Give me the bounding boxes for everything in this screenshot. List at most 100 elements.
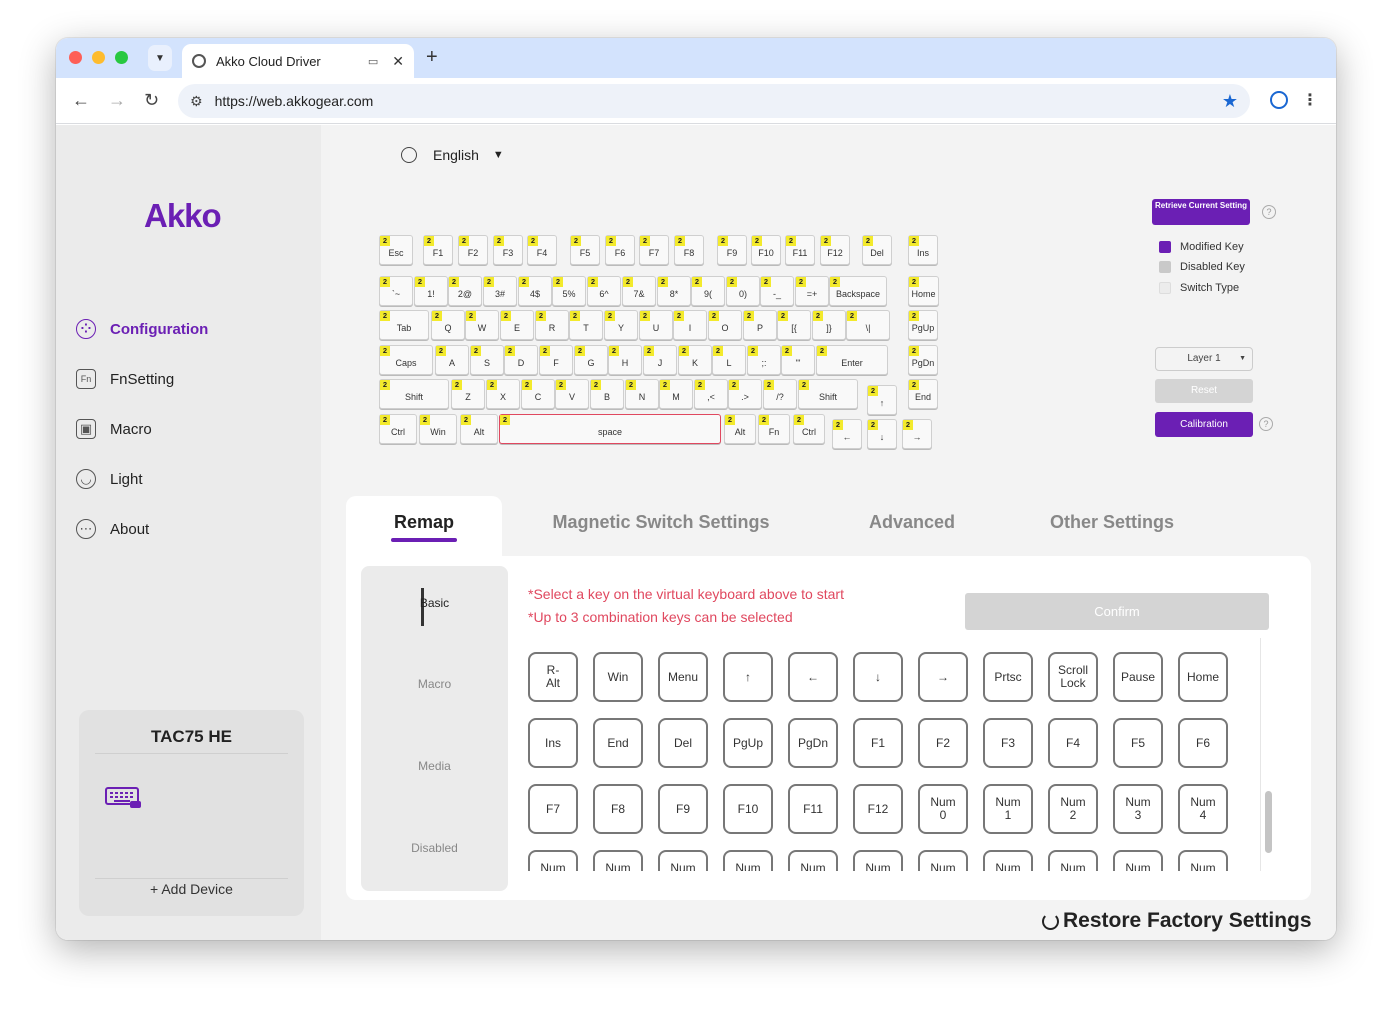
sidebar-item-about[interactable]: ⋯ About xyxy=(76,516,149,542)
keyboard-key[interactable]: 2 Alt xyxy=(724,414,756,444)
keyboard-key[interactable]: 2 F3 xyxy=(493,235,523,265)
remap-key[interactable]: → xyxy=(918,652,968,702)
keyboard-key[interactable]: 2Y xyxy=(604,310,638,340)
keyboard-key[interactable]: 2 PgDn xyxy=(908,345,938,375)
keyboard-key[interactable]: 2 2@ xyxy=(448,276,482,306)
tab-remap[interactable]: Remap xyxy=(346,512,502,533)
sidebar-item-configuration[interactable]: ⁘ Configuration xyxy=(76,316,208,342)
keyboard-key[interactable]: 2N xyxy=(625,379,659,409)
keyboard-key[interactable]: 2T xyxy=(569,310,603,340)
keyboard-key[interactable]: 2V xyxy=(555,379,589,409)
keyboard-key[interactable]: 2W xyxy=(465,310,499,340)
layer-select[interactable]: Layer 1 ▼ xyxy=(1155,347,1253,371)
remap-key[interactable]: F3 xyxy=(983,718,1033,768)
keyboard-key[interactable]: 2A xyxy=(435,345,469,375)
keyboard-key[interactable]: 2 '" xyxy=(781,345,815,375)
close-window-button[interactable] xyxy=(69,51,82,64)
remap-key[interactable]: Num 0 xyxy=(918,784,968,834)
keyboard-key[interactable]: 2 Tab xyxy=(379,310,429,340)
reset-button[interactable]: Reset xyxy=(1155,379,1253,403)
remap-key[interactable]: Num 4 xyxy=(1178,784,1228,834)
keyboard-key[interactable]: 2 9( xyxy=(691,276,725,306)
keyboard-key[interactable]: 2F xyxy=(539,345,573,375)
remap-key[interactable]: Num xyxy=(983,850,1033,871)
keyboard-key[interactable]: 2 7& xyxy=(622,276,656,306)
remap-key[interactable]: Num 1 xyxy=(983,784,1033,834)
keyboard-key[interactable]: 2 ← xyxy=(832,419,862,449)
remap-key[interactable]: Num xyxy=(1178,850,1228,871)
sidebar-item-fnsetting[interactable]: Fn FnSetting xyxy=(76,366,174,392)
keyboard-key[interactable]: 2 8* xyxy=(657,276,691,306)
keyboard-icon[interactable] xyxy=(105,787,141,809)
keyboard-key[interactable]: 2 F7 xyxy=(639,235,669,265)
remap-key[interactable]: R- Alt xyxy=(528,652,578,702)
remap-key[interactable]: Num xyxy=(528,850,578,871)
remap-key[interactable]: Num xyxy=(1048,850,1098,871)
browser-tab[interactable]: Akko Cloud Driver ▭ ✕ xyxy=(182,44,414,78)
keyboard-key[interactable]: 2D xyxy=(504,345,538,375)
keyboard-key[interactable]: 2 F9 xyxy=(717,235,747,265)
keyboard-key[interactable]: 2 Del xyxy=(862,235,892,265)
keyboard-key[interactable]: 2 PgUp xyxy=(908,310,938,340)
sidebar-item-light[interactable]: ◡ Light xyxy=(76,466,143,492)
keyboard-key[interactable]: 2P xyxy=(743,310,777,340)
keyboard-key[interactable]: 2 F2 xyxy=(458,235,488,265)
keyboard-key[interactable]: 2 Caps xyxy=(379,345,433,375)
remap-key[interactable]: Ins xyxy=(528,718,578,768)
keyboard-key[interactable]: 2X xyxy=(486,379,520,409)
keyboard-key[interactable]: 2 0) xyxy=(726,276,760,306)
keyboard-key[interactable]: 2 F12 xyxy=(820,235,850,265)
remap-key[interactable]: PgDn xyxy=(788,718,838,768)
add-device-button[interactable]: + Add Device xyxy=(79,881,304,897)
keyboard-key[interactable]: 2 Ctrl xyxy=(793,414,825,444)
keyboard-key[interactable]: 2 6^ xyxy=(587,276,621,306)
remap-key[interactable]: F12 xyxy=(853,784,903,834)
remap-key[interactable]: Menu xyxy=(658,652,708,702)
keyboard-key[interactable]: 2 3# xyxy=(483,276,517,306)
restore-factory-settings-button[interactable]: Restore Factory Settings xyxy=(1042,909,1312,933)
keyboard-key[interactable]: 2S xyxy=(470,345,504,375)
remap-key[interactable]: Win xyxy=(593,652,643,702)
kebab-menu-icon[interactable]: ⋮ xyxy=(1302,90,1318,110)
keyboard-key[interactable]: 2 ↑ xyxy=(867,385,897,415)
remap-key[interactable]: F6 xyxy=(1178,718,1228,768)
keyboard-key[interactable]: 2 Win xyxy=(419,414,457,444)
keyboard-key[interactable]: 2K xyxy=(678,345,712,375)
remap-key[interactable]: F9 xyxy=(658,784,708,834)
subnav-macro[interactable]: Macro xyxy=(361,677,508,691)
keyboard-key[interactable]: 2 ↓ xyxy=(867,419,897,449)
remap-key[interactable]: Num xyxy=(1113,850,1163,871)
subnav-disabled[interactable]: Disabled xyxy=(361,841,508,855)
keyboard-key[interactable]: 2 F1 xyxy=(423,235,453,265)
keyboard-key[interactable]: 2 F8 xyxy=(674,235,704,265)
remap-key[interactable]: F1 xyxy=(853,718,903,768)
close-tab-icon[interactable]: ✕ xyxy=(392,53,404,70)
keyboard-key[interactable]: 2H xyxy=(608,345,642,375)
site-settings-icon[interactable]: ⚙ xyxy=(190,93,203,110)
minimize-window-button[interactable] xyxy=(92,51,105,64)
remap-key[interactable]: Num xyxy=(658,850,708,871)
keyboard-key[interactable]: 2 F10 xyxy=(751,235,781,265)
keyboard-key[interactable]: 2 F11 xyxy=(785,235,815,265)
bookmark-star-icon[interactable]: ★ xyxy=(1222,91,1238,112)
keyboard-key[interactable]: 2Q xyxy=(431,310,465,340)
remap-key[interactable]: Home xyxy=(1178,652,1228,702)
keyboard-key[interactable]: 2 End xyxy=(908,379,938,409)
remap-key[interactable]: End xyxy=(593,718,643,768)
remap-key[interactable]: PgUp xyxy=(723,718,773,768)
keyboard-key[interactable]: 2 F4 xyxy=(527,235,557,265)
keyboard-key[interactable]: 2U xyxy=(639,310,673,340)
remap-key[interactable]: Num xyxy=(788,850,838,871)
keyboard-key[interactable]: 2 F5 xyxy=(570,235,600,265)
back-arrow-icon[interactable]: ← xyxy=(72,90,90,111)
keyboard-key[interactable]: 2]} xyxy=(812,310,846,340)
keyboard-key[interactable]: 2/? xyxy=(763,379,797,409)
remap-key[interactable]: Num 2 xyxy=(1048,784,1098,834)
tab-other-settings[interactable]: Other Settings xyxy=(1040,512,1184,533)
remap-key[interactable]: ← xyxy=(788,652,838,702)
remap-key[interactable]: Num 3 xyxy=(1113,784,1163,834)
remap-key[interactable]: Scroll Lock xyxy=(1048,652,1098,702)
help-icon[interactable]: ? xyxy=(1259,417,1273,431)
subnav-basic[interactable]: Basic xyxy=(361,596,508,610)
confirm-button[interactable]: Confirm xyxy=(965,593,1269,630)
